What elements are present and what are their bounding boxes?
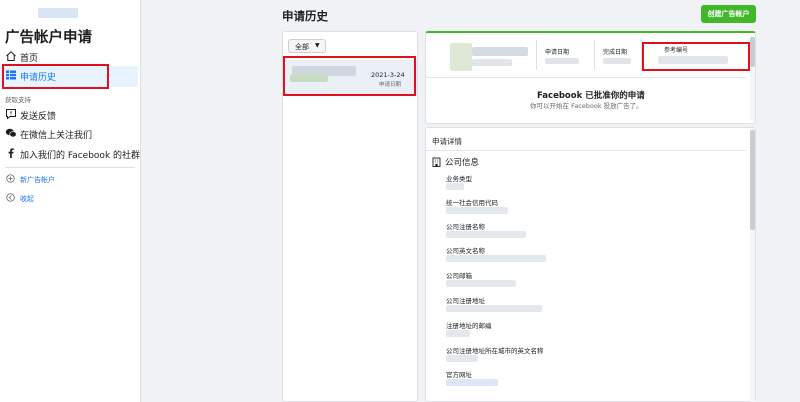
redacted-submitted-date — [545, 58, 579, 64]
details-scrollbar-thumb[interactable] — [750, 130, 755, 230]
collapse-label: 收起 — [20, 195, 34, 203]
field-label: 公司邮箱 — [446, 272, 472, 280]
redacted-logo — [38, 8, 78, 18]
building-icon — [432, 157, 441, 167]
wechat-icon — [5, 128, 17, 138]
facebook-icon — [8, 148, 14, 158]
redacted-field-value — [446, 355, 478, 362]
highlight-box-history-nav — [2, 64, 109, 89]
redacted-account-sub — [472, 59, 512, 66]
sidebar-divider — [5, 167, 135, 168]
new-ad-account-label: 新广告帐户 — [20, 176, 55, 184]
approval-subtitle: 你可以开始在 Facebook 投放广告了。 — [530, 102, 643, 110]
sidebar-item-label: 发送反馈 — [20, 112, 57, 122]
field-label: 公司注册名称 — [446, 223, 485, 231]
redacted-account-title — [472, 47, 528, 56]
support-section-label: 获取支持 — [5, 96, 31, 104]
feedback-icon — [6, 109, 16, 120]
redacted-thumbnail — [450, 43, 472, 71]
field-label: 业务类型 — [446, 175, 472, 183]
sidebar-item-label: 在微信上关注我们 — [20, 131, 93, 141]
field-label: 官方网址 — [446, 371, 472, 379]
plus-circle-icon — [6, 174, 15, 183]
field-label: 公司注册地址所在城市的英文名称 — [446, 347, 544, 355]
sidebar-item-label: 首页 — [20, 54, 39, 64]
redacted-field-value — [446, 330, 470, 337]
highlight-box-reference-number — [642, 42, 750, 71]
redacted-website-value — [446, 379, 498, 386]
summary-scrollbar-thumb[interactable] — [750, 37, 755, 67]
home-icon — [6, 51, 16, 61]
sidebar-item-facebook-group[interactable]: 加入我们的 Facebook 的社群 — [0, 144, 141, 164]
sidebar-item-feedback[interactable]: 发送反馈 — [0, 105, 138, 125]
company-info-title: 公司信息 — [445, 158, 480, 168]
field-label: 公司注册地址 — [446, 297, 485, 305]
caret-down-icon: ▼ — [315, 42, 320, 49]
redacted-field-value — [446, 183, 464, 190]
redacted-field-value — [446, 207, 508, 214]
create-ad-account-button[interactable]: 创建广告帐户 — [701, 5, 756, 23]
collapse-button[interactable]: 收起 — [0, 190, 138, 206]
column-divider — [536, 40, 537, 70]
redacted-field-value — [446, 280, 516, 287]
redacted-completed-date — [603, 58, 631, 64]
column-divider — [594, 40, 595, 70]
filter-label: 全部 — [295, 43, 309, 51]
details-divider — [426, 150, 746, 151]
field-label: 注册地址的邮编 — [446, 322, 492, 330]
new-ad-account-button[interactable]: 新广告帐户 — [0, 171, 138, 187]
redacted-field-value — [446, 231, 526, 238]
summary-divider — [426, 77, 746, 78]
details-heading: 申请详情 — [432, 137, 462, 146]
field-label: 统一社会信用代码 — [446, 199, 498, 207]
field-label: 公司英文名称 — [446, 247, 485, 255]
highlight-box-application-item — [283, 56, 416, 96]
redacted-field-value — [446, 305, 542, 312]
filter-dropdown[interactable]: 全部 ▼ — [288, 39, 326, 53]
sidebar-item-label: 加入我们的 Facebook 的社群 — [20, 151, 141, 161]
completed-date-label: 完成日期 — [603, 49, 628, 56]
page-title: 申请历史 — [282, 9, 328, 23]
collapse-icon — [6, 193, 15, 202]
redacted-field-value — [446, 255, 546, 262]
sidebar-item-wechat[interactable]: 在微信上关注我们 — [0, 124, 138, 144]
sidebar-title: 广告帐户申请 — [5, 30, 92, 46]
submitted-date-label: 申请日期 — [545, 49, 570, 56]
